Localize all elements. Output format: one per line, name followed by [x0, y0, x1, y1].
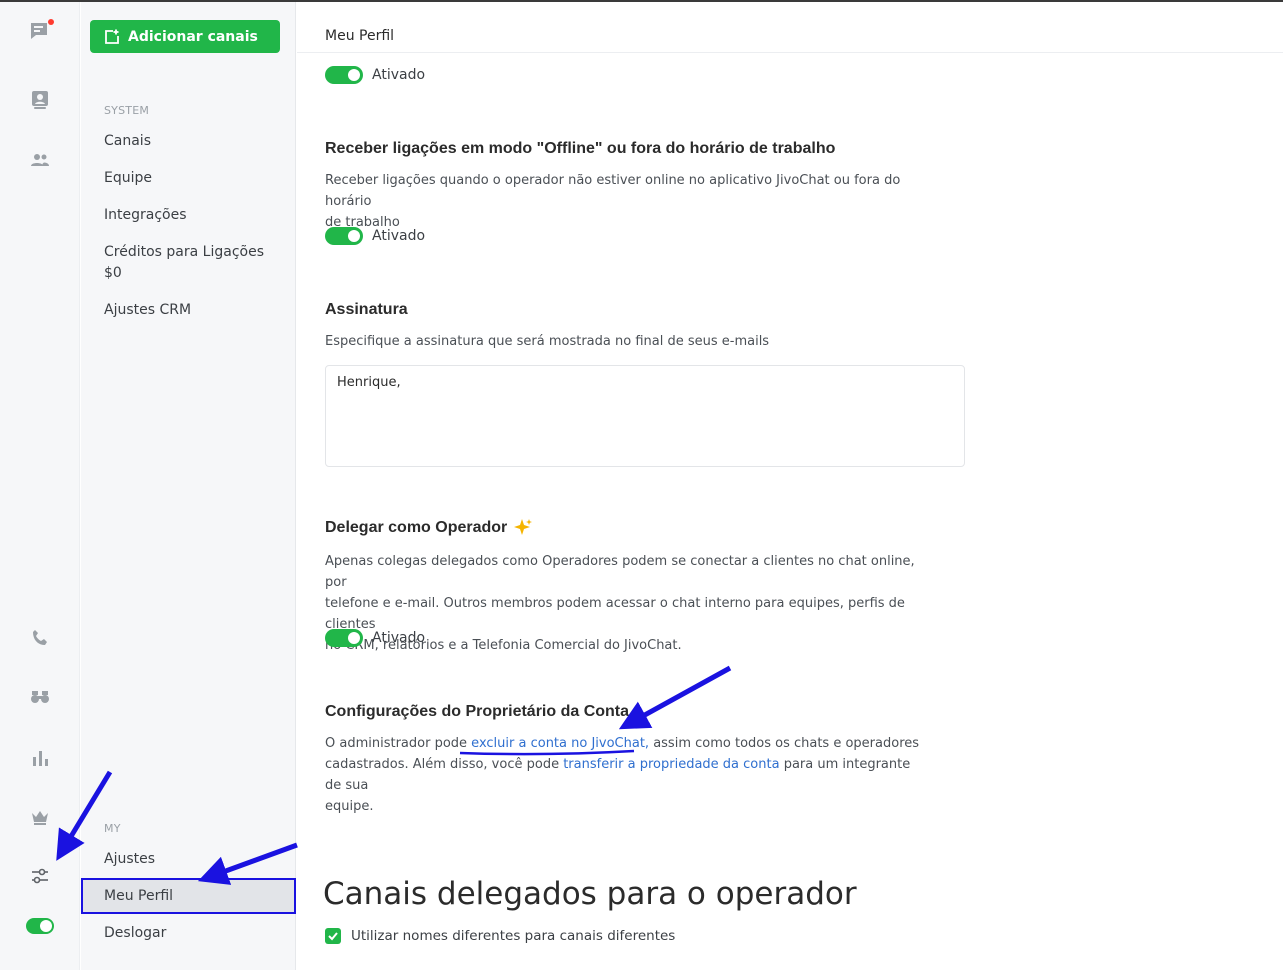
contacts-icon[interactable]: [26, 86, 54, 114]
account-owner-description: O administrador pode excluir a conta no …: [325, 733, 930, 817]
add-channel-icon: [105, 29, 119, 44]
account-owner-title: Configurações do Proprietário da Conta: [325, 703, 630, 720]
offline-desc-line1: Receber ligações quando o operador não e…: [325, 173, 901, 209]
icon-rail: [0, 2, 80, 970]
chat-icon[interactable]: [26, 18, 54, 46]
nav-item-creditos-label: Créditos para Ligações: [104, 244, 264, 260]
add-channels-button[interactable]: Adicionar canais: [90, 20, 280, 53]
team-icon[interactable]: [26, 146, 54, 174]
offline-toggle-label: Ativado: [372, 228, 426, 244]
offline-calls-title: Receber ligações em modo "Offline" ou fo…: [325, 140, 836, 157]
credits-balance: $0: [104, 265, 122, 281]
nav-item-meu-perfil[interactable]: Meu Perfil: [81, 878, 296, 914]
page-header: Meu Perfil: [297, 2, 1283, 53]
different-names-checkbox[interactable]: [325, 928, 341, 944]
delegate-operator-title: Delegar como Operador: [325, 518, 533, 538]
different-names-label: Utilizar nomes diferentes para canais di…: [351, 928, 676, 944]
delegate-operator-toggle[interactable]: [325, 629, 363, 647]
nav-item-canais[interactable]: Canais: [104, 131, 151, 152]
delete-account-link[interactable]: excluir a conta no JivoChat,: [471, 736, 649, 751]
settings-sliders-icon[interactable]: [26, 862, 54, 890]
transfer-ownership-link[interactable]: transferir a propriedade da conta: [563, 757, 779, 772]
different-names-row: Utilizar nomes diferentes para canais di…: [325, 928, 675, 944]
delegate-toggle-row: Ativado: [325, 629, 425, 647]
owner-desc-line2: cadastrados. Além disso, você pode trans…: [325, 754, 930, 796]
delegate-toggle-label: Ativado: [372, 630, 426, 646]
delegate-desc-line1: Apenas colegas delegados como Operadores…: [325, 554, 915, 590]
nav-item-integracoes[interactable]: Integrações: [104, 205, 187, 226]
crown-icon[interactable]: [26, 803, 54, 831]
owner-desc-line3: equipe.: [325, 799, 374, 814]
signature-description: Especifique a assinatura que será mostra…: [325, 334, 770, 349]
system-section-label: SYSTEM: [104, 104, 150, 117]
settings-sidebar: Adicionar canais SYSTEM Canais Equipe In…: [81, 2, 296, 970]
nav-item-equipe[interactable]: Equipe: [104, 168, 152, 189]
checkmark-icon: [328, 932, 338, 941]
profile-toggle-label: Ativado: [372, 67, 426, 83]
page-title: Meu Perfil: [325, 28, 395, 44]
owner-text-1: O administrador pode: [325, 736, 472, 751]
offline-calls-toggle[interactable]: [325, 227, 363, 245]
binoculars-icon[interactable]: [26, 683, 54, 711]
add-channels-label: Adicionar canais: [128, 28, 258, 45]
stats-icon[interactable]: [26, 744, 54, 772]
my-section-label: MY: [104, 822, 121, 835]
sparkle-icon: [514, 519, 533, 535]
signature-textarea[interactable]: Henrique,: [325, 365, 965, 467]
profile-main: Meu Perfil Ativado Receber ligações em m…: [297, 2, 1283, 970]
delegate-operator-title-text: Delegar como Operador: [325, 519, 508, 536]
offline-toggle-row: Ativado: [325, 227, 425, 245]
nav-item-creditos[interactable]: Créditos para Ligações $0: [104, 242, 264, 284]
signature-title: Assinatura: [325, 301, 408, 318]
nav-item-ajustes-crm[interactable]: Ajustes CRM: [104, 300, 191, 321]
notification-dot: [48, 19, 54, 25]
owner-text-2: assim como todos os chats e operadores: [649, 736, 920, 751]
phone-icon[interactable]: [26, 624, 54, 652]
owner-desc-line1: O administrador pode excluir a conta no …: [325, 733, 930, 754]
profile-toggle[interactable]: [325, 66, 363, 84]
offline-calls-description: Receber ligações quando o operador não e…: [325, 170, 930, 233]
nav-item-deslogar[interactable]: Deslogar: [104, 923, 166, 944]
owner-text-3: cadastrados. Além disso, você pode: [325, 757, 564, 772]
profile-toggle-row: Ativado: [325, 66, 425, 84]
status-toggle[interactable]: [26, 918, 54, 934]
delegated-channels-heading: Canais delegados para o operador: [323, 876, 857, 912]
nav-item-ajustes[interactable]: Ajustes: [104, 849, 155, 870]
